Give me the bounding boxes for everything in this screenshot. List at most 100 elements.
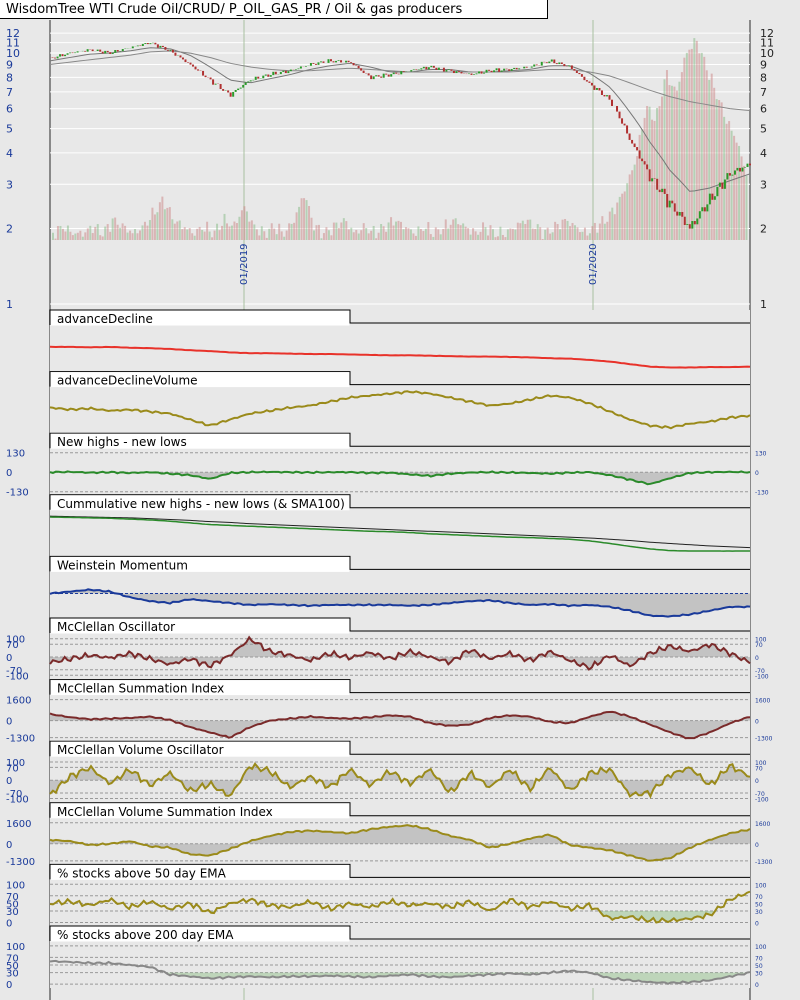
volume-bar (223, 213, 226, 240)
volume-bar (422, 231, 425, 240)
level-label-right: -100 (755, 673, 769, 680)
volume-bar (275, 234, 278, 240)
volume-bar (628, 174, 631, 240)
level-label-left: 0 (6, 468, 12, 479)
volume-bar (710, 73, 713, 240)
volume-bar (198, 226, 201, 240)
price-ytick-left: 8 (6, 71, 13, 84)
volume-bar (733, 135, 736, 240)
volume-bar (347, 229, 350, 240)
level-label-right: -100 (755, 796, 769, 803)
volume-bar (683, 57, 686, 240)
volume-bar (688, 49, 691, 241)
volume-bar (370, 230, 373, 240)
volume-bar (248, 221, 251, 240)
volume-bar (643, 117, 646, 240)
volume-bar (193, 235, 196, 240)
volume-bar (593, 222, 596, 240)
level-label-left: 100 (6, 880, 25, 891)
volume-bar (116, 224, 119, 240)
volume-bar (723, 116, 726, 240)
volume-bar (427, 222, 430, 240)
panel-title: advanceDeclineVolume (57, 374, 198, 388)
volume-bar (618, 196, 621, 240)
volume-bar (432, 236, 435, 240)
level-label-right: 50 (755, 963, 763, 970)
level-label-right: 50 (755, 901, 763, 908)
volume-bar (211, 237, 214, 240)
volume-bar (228, 226, 231, 240)
volume-bar (412, 233, 415, 240)
volume-bar (59, 225, 62, 240)
volume-bar (315, 225, 318, 240)
volume-bar (409, 229, 412, 240)
volume-bar (407, 228, 410, 240)
price-ytick-right: 2 (760, 222, 767, 235)
volume-bar (201, 229, 204, 240)
volume-bar (280, 231, 283, 240)
volume-bar (402, 229, 405, 240)
volume-bar (690, 48, 693, 240)
volume-bar (678, 81, 681, 240)
panel-title: New highs - new lows (57, 435, 187, 449)
volume-bar (139, 230, 141, 240)
volume-bar (608, 211, 611, 240)
volume-bar (658, 106, 661, 240)
volume-bar (720, 102, 723, 240)
volume-bar (283, 236, 286, 240)
volume-bar (581, 231, 584, 240)
level-label-right: 0 (755, 982, 759, 989)
volume-bar (569, 226, 572, 240)
volume-bar (91, 233, 94, 240)
volume-bar (290, 223, 293, 240)
volume-bar (467, 228, 470, 240)
level-label-right: 1600 (755, 821, 770, 828)
volume-bar (352, 232, 355, 240)
volume-bar (743, 165, 746, 240)
volume-bar (606, 221, 609, 240)
volume-bar (273, 228, 276, 240)
level-label-left: 30 (6, 969, 19, 980)
volume-bar (561, 219, 564, 240)
volume-bar (576, 227, 579, 240)
volume-bar (245, 211, 248, 240)
volume-bar (233, 221, 236, 240)
chart-title: WisdomTree WTI Crude Oil/CRUD/ P_OIL_GAS… (0, 0, 548, 19)
volume-bar (685, 52, 688, 241)
volume-bar (695, 40, 698, 240)
level-label-right: 70 (755, 765, 763, 772)
volume-bar (186, 229, 189, 240)
price-ytick-left: 1 (6, 298, 13, 311)
level-label-right: 30 (755, 971, 763, 978)
volume-bar (253, 224, 256, 240)
volume-bar (268, 228, 271, 240)
level-label-left: 70 (6, 640, 19, 651)
volume-bar (320, 238, 323, 240)
volume-bar (295, 212, 298, 240)
volume-bar (586, 235, 589, 240)
volume-bar (646, 106, 649, 241)
volume-bar (424, 228, 427, 240)
volume-bar (141, 225, 144, 240)
volume-bar (477, 234, 480, 240)
volume-bar (196, 228, 199, 240)
volume-bar (516, 222, 519, 240)
volume-bar (54, 238, 57, 240)
volume-bar (641, 129, 644, 240)
level-label-left: -100 (6, 671, 29, 682)
level-label-left: 0 (6, 653, 12, 664)
level-label-right: -130 (755, 490, 769, 497)
volume-bar (506, 229, 509, 240)
volume-bar (447, 228, 450, 240)
volume-bar (434, 227, 437, 240)
panel-title: McClellan Oscillator (57, 620, 175, 634)
volume-bar (449, 224, 452, 240)
level-label-left: -1300 (6, 734, 35, 745)
volume-bar (536, 224, 539, 240)
volume-bar (514, 229, 517, 240)
panel-title: advanceDecline (57, 312, 153, 326)
volume-bar (457, 224, 460, 240)
volume-bar (176, 221, 179, 240)
volume-bar (437, 229, 440, 240)
volume-bar (474, 231, 477, 240)
